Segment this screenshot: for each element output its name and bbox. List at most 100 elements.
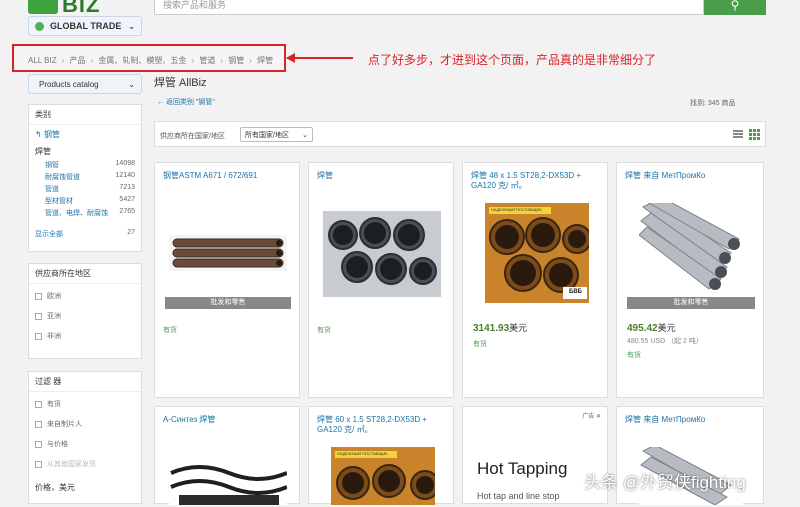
watermark: 头条 @外贸侠fighting: [584, 473, 746, 492]
category-count: 5427: [119, 196, 135, 203]
back-category-label: 钢管: [43, 130, 60, 139]
region-label: 亚洲: [47, 313, 61, 320]
product-price: 3141.93美元: [473, 321, 527, 334]
breadcrumb-item[interactable]: 金属、轧制、模塑、五金: [98, 56, 186, 65]
breadcrumb-item[interactable]: ALL BIZ: [28, 56, 57, 65]
product-card[interactable]: 焊管 有货: [308, 162, 454, 398]
category-count: 14098: [115, 160, 135, 167]
wholesale-retail-badge: 批发和零售: [165, 297, 291, 309]
breadcrumb-current: 焊管: [257, 56, 274, 65]
chevron-down-icon: ⌄: [128, 21, 135, 31]
product-title[interactable]: 钢管ASTM A671 / 672/691: [163, 171, 293, 181]
product-image[interactable]: [169, 459, 288, 505]
product-card[interactable]: 焊管 48 x 1.5 ST28,2-DX53D + GA120 克/ ㎡。 Н…: [462, 162, 608, 398]
product-card[interactable]: 焊管 60 x 1.5 ST28,2-DX53D + GA120 克/ ㎡。 Н…: [308, 406, 454, 505]
product-image[interactable]: [323, 211, 441, 297]
image-label: НАДЕЖНЫЙ ПОСТАВЩИК: [337, 451, 388, 456]
filter-checkbox[interactable]: 与价格: [29, 432, 141, 452]
category-item[interactable]: 钢管 14098: [29, 159, 141, 171]
country-select-value: 所有国家/地区: [245, 131, 289, 139]
price-filter-label: 价格，美元: [35, 483, 75, 492]
region-panel: 供应商所在地区 欧洲 亚洲 非洲: [28, 263, 142, 359]
global-trade-label: GLOBAL TRADE: [50, 21, 122, 31]
annotation-arrow-head: [286, 53, 295, 63]
price-unit: 美元: [509, 323, 528, 333]
product-card[interactable]: 焊管 来自 МетПромКо 批发和零售 495.42美元 480.55 US…: [616, 162, 764, 398]
product-title[interactable]: 焊管: [317, 171, 447, 181]
region-checkbox[interactable]: 非洲: [29, 324, 141, 344]
country-select[interactable]: 所有国家/地区 ⌄: [240, 127, 313, 142]
region-header: 供应商所在地区: [29, 264, 141, 284]
products-catalog-label: Products catalog: [39, 79, 99, 89]
checkbox-icon: [35, 312, 42, 320]
category-item[interactable]: 耐腐蚀管道 12140: [29, 171, 141, 183]
products-catalog-button[interactable]: Products catalog ⌄: [28, 74, 142, 94]
stock-status: 有货: [163, 327, 177, 334]
logo-mark[interactable]: [28, 0, 58, 14]
breadcrumb-item[interactable]: 产品: [70, 56, 86, 65]
checkbox-icon: [35, 332, 42, 340]
category-count: 7213: [119, 184, 135, 191]
breadcrumb-item[interactable]: 管道: [199, 56, 215, 65]
checkbox-icon: [35, 400, 42, 408]
product-title[interactable]: 焊管 60 x 1.5 ST28,2-DX53D + GA120 克/ ㎡。: [317, 415, 447, 435]
region-label: 非洲: [47, 333, 61, 340]
region-label: 欧洲: [47, 293, 61, 300]
stock-status: 有货: [317, 327, 331, 334]
filter-panel: 过滤 器 有货 来自制片人 与价格 从其他国家发货 价格，美元: [28, 371, 142, 504]
category-item[interactable]: 管道、电焊、耐腐蚀 2765: [29, 207, 141, 219]
ad-subtitle: Hot tap and line stop: [477, 491, 560, 501]
grid-view-icon[interactable]: [749, 129, 760, 140]
image-label: НАДЕЖНЫЙ ПОСТАВЩИК: [491, 207, 542, 212]
annotation-text: 点了好多步，才进到这个页面，产品真的是非常细分了: [368, 53, 657, 67]
ad-title[interactable]: Hot Tapping: [477, 459, 567, 479]
checkbox-icon: [35, 460, 42, 468]
back-arrow-icon: ↰: [35, 130, 44, 139]
filter-checkbox[interactable]: 来自制片人: [29, 412, 141, 432]
wholesale-retail-badge: 批发和零售: [627, 297, 755, 309]
checkbox-icon: [35, 420, 42, 428]
filter-checkbox[interactable]: 从其他国家发货: [29, 452, 141, 472]
region-checkbox[interactable]: 欧洲: [29, 284, 141, 304]
filter-checkbox[interactable]: 有货: [29, 392, 141, 412]
category-count: 2765: [119, 208, 135, 215]
product-title[interactable]: 焊管 48 x 1.5 ST28,2-DX53D + GA120 克/ ㎡。: [471, 171, 601, 191]
category-name: 型材管材: [45, 198, 73, 205]
category-name: 钢管: [45, 162, 59, 169]
product-card[interactable]: А-Синтез 焊管: [154, 406, 300, 505]
breadcrumb-item[interactable]: 钢管: [228, 56, 244, 65]
category-item[interactable]: 管道 7213: [29, 183, 141, 195]
back-to-category-link[interactable]: ← 返回类别 "钢管": [157, 97, 215, 107]
list-view-icon[interactable]: [733, 130, 743, 138]
checkbox-icon: [35, 292, 42, 300]
category-count: 12140: [115, 172, 135, 179]
region-checkbox[interactable]: 亚洲: [29, 304, 141, 324]
back-category-link[interactable]: ↰ 钢管: [29, 125, 141, 140]
stock-status: 有货: [627, 352, 641, 359]
product-title[interactable]: 焊管 来自 МетПромКо: [625, 415, 757, 425]
product-image[interactable]: [638, 196, 743, 299]
product-image[interactable]: [169, 235, 287, 271]
product-price: 495.42美元: [627, 321, 676, 334]
price-unit: 美元: [657, 323, 676, 333]
product-image[interactable]: НАДЕЖНЫЙ ПОСТАВЩИК: [331, 447, 440, 505]
bulk-price: 480.55 USD （起 2 吨）: [627, 338, 703, 345]
global-trade-button[interactable]: GLOBAL TRADE ⌄: [28, 16, 142, 36]
show-all-link[interactable]: 显示全部 27: [29, 219, 141, 239]
category-panel: 类别 ↰ 钢管 焊管 钢管 14098 耐腐蚀管道 12140 管道 7213 型材管…: [28, 104, 142, 252]
category-item[interactable]: 型材管材 5427: [29, 195, 141, 207]
show-all-count: 27: [127, 229, 135, 236]
globe-icon: [35, 21, 44, 31]
search-input[interactable]: 搜索产品和服务: [154, 0, 704, 15]
product-title[interactable]: А-Синтез 焊管: [163, 415, 293, 425]
product-title[interactable]: 焊管 来自 МетПромКо: [625, 171, 757, 181]
price-value: 3141.93: [473, 323, 510, 334]
filter-label: 来自制片人: [47, 421, 82, 428]
ad-label[interactable]: 广告 ✕: [582, 411, 601, 420]
search-button[interactable]: ⚲: [704, 0, 766, 15]
product-card[interactable]: 钢管ASTM A671 / 672/691 批发和零售 有货: [154, 162, 300, 398]
product-image[interactable]: НАДЕЖНЫЙ ПОСТАВЩИК БВБ: [485, 203, 592, 303]
results-count: 找到: 345 商品: [690, 100, 736, 107]
filter-header: 过滤 器: [29, 372, 141, 392]
category-header: 类别: [29, 105, 141, 125]
